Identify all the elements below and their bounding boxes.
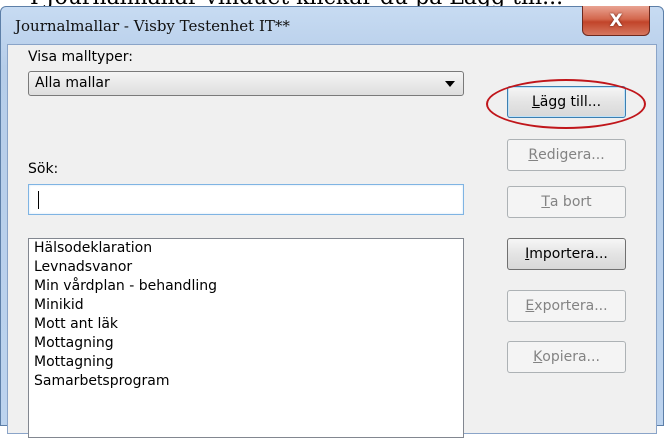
list-item[interactable]: Samarbetsprogram [29,372,463,391]
copy-button-label: opiera... [542,349,600,365]
edit-button[interactable]: Redigera... [507,139,626,171]
search-input[interactable] [28,184,464,215]
window-title: Journalmallar - Visby Testenhet IT** [15,17,290,35]
template-type-label: Visa malltyper: [28,49,133,65]
delete-button[interactable]: Ta bort [507,186,626,218]
export-button-mnemonic: E [525,298,535,314]
list-item[interactable]: Hälsodeklaration [29,239,463,258]
close-button[interactable]: X [582,6,650,36]
text-caret [38,191,39,209]
edit-button-mnemonic: R [528,147,539,163]
copy-button-mnemonic: K [533,349,543,365]
list-item[interactable]: Mottagning [29,353,463,372]
copy-button[interactable]: Kopiera... [507,341,626,373]
title-bar: Journalmallar - Visby Testenhet IT** X [1,6,663,45]
chevron-down-icon [445,81,455,87]
close-icon: X [609,10,623,31]
list-item[interactable]: Mott ant läk [29,315,463,334]
highlight-ellipse [486,79,646,129]
template-type-selected: Alla mallar [35,75,110,91]
delete-button-label: a bort [549,194,592,210]
export-button-label: xportera... [534,298,608,314]
edit-button-label: edigera... [538,147,605,163]
template-list[interactable]: Hälsodeklaration Levnadsvanor Min vårdpl… [28,238,464,438]
list-item[interactable]: Levnadsvanor [29,258,463,277]
list-item[interactable]: Mottagning [29,334,463,353]
import-button-label: mportera... [529,246,608,262]
template-type-dropdown[interactable]: Alla mallar [28,71,464,96]
delete-button-mnemonic: T [541,194,550,210]
list-item[interactable]: Min vårdplan - behandling [29,277,463,296]
export-button[interactable]: Exportera... [507,290,626,322]
list-item[interactable]: Minikid [29,296,463,315]
search-label: Sök: [28,161,59,177]
import-button[interactable]: Importera... [507,238,626,270]
